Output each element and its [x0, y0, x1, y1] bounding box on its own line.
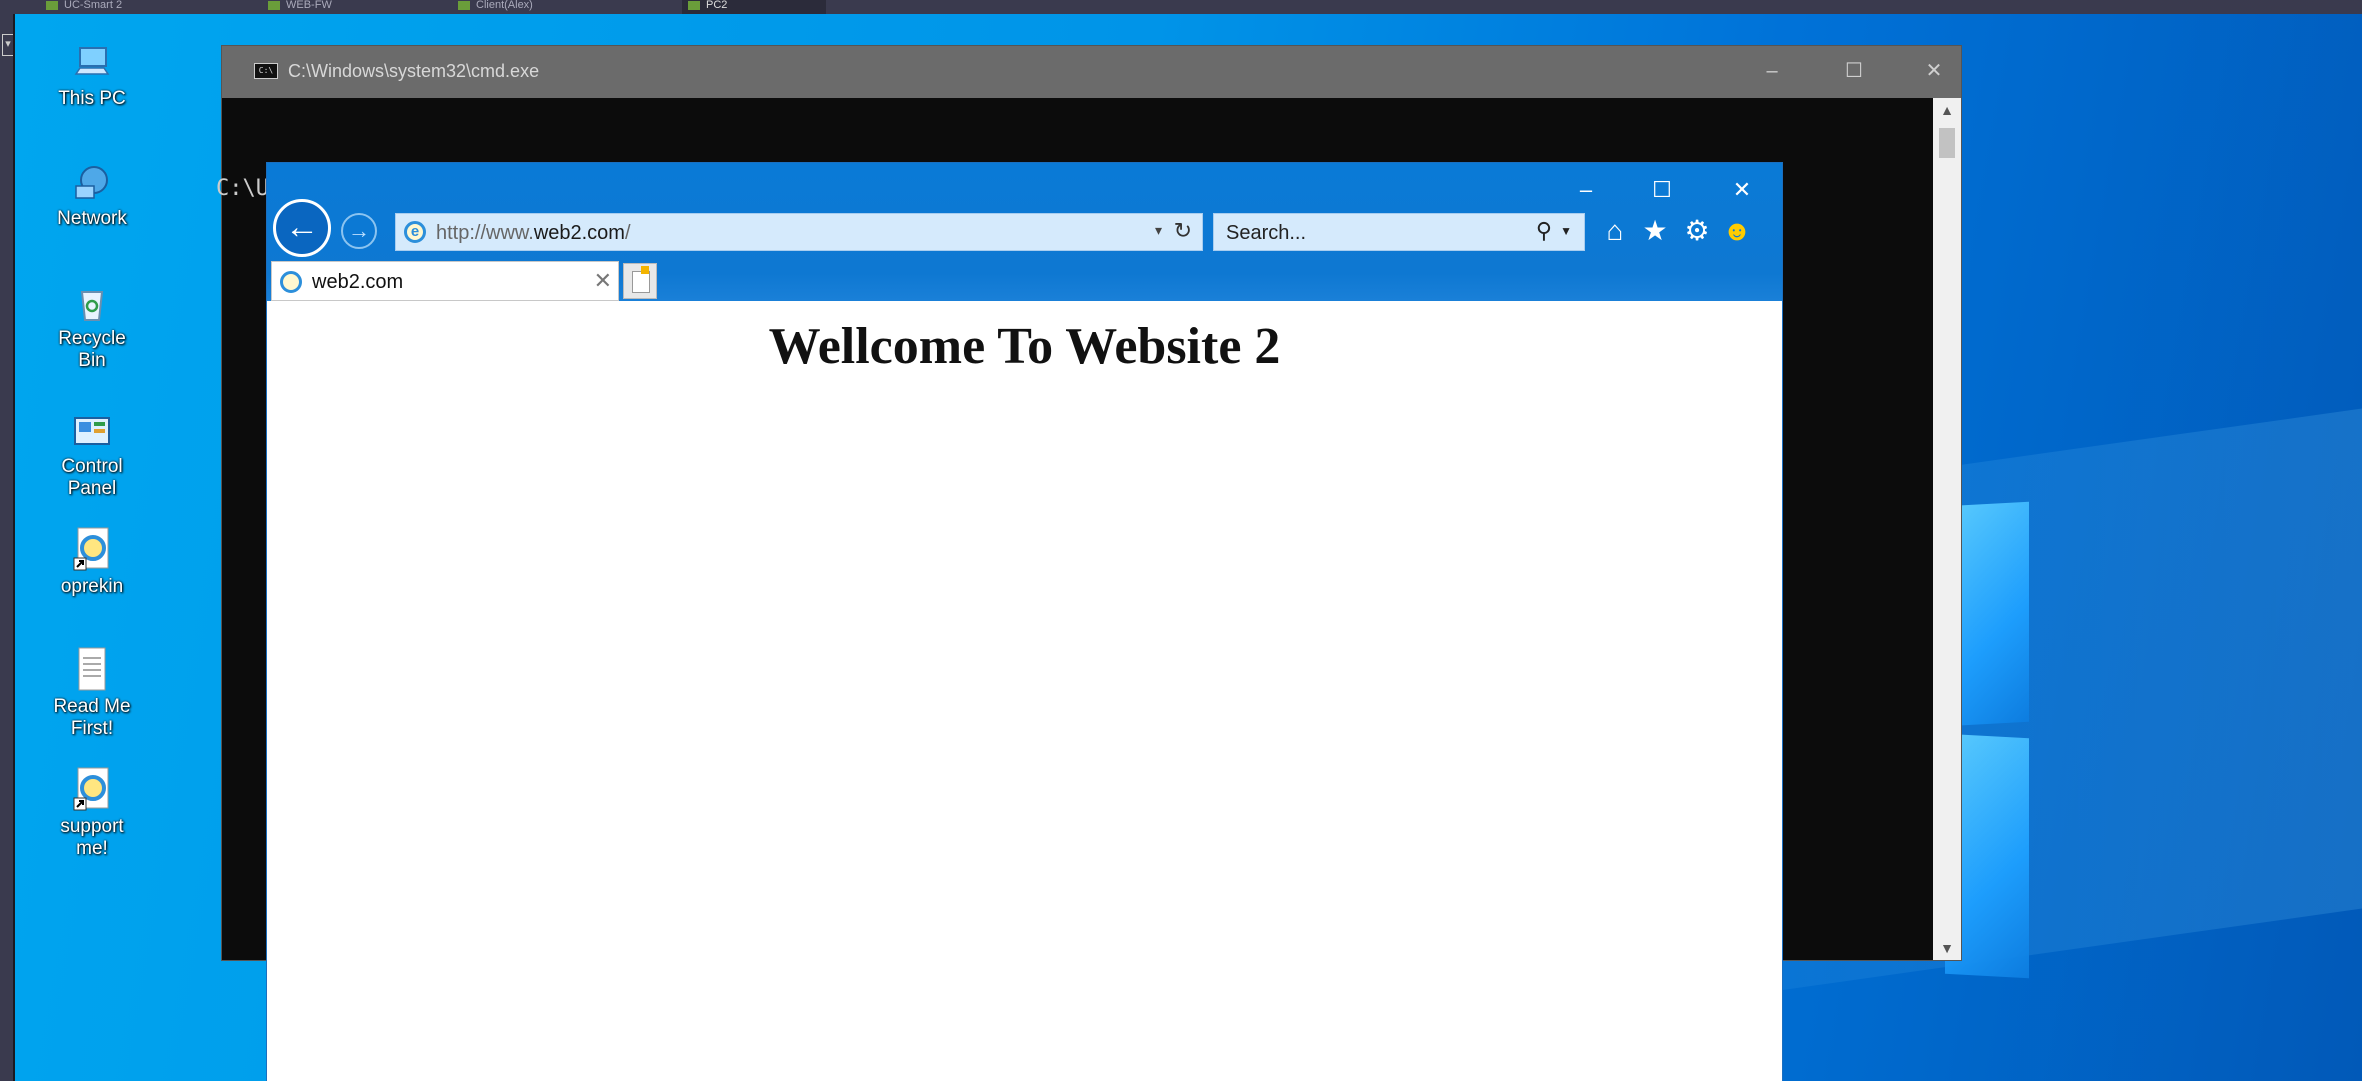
ie-toolbar: – ☐ ✕ ← → e http://www.web2.com/ ▾ ↻ ⚲ ▼…: [267, 163, 1782, 301]
desktop: This PC Network Recycle Bin Control Pane…: [15, 14, 2362, 1081]
vm-icon: [268, 1, 280, 10]
page-heading: Wellcome To Website 2: [768, 318, 1281, 375]
web-page-content: Wellcome To Website 2: [267, 301, 1782, 1081]
tab-label: web2.com: [312, 271, 404, 293]
ie-window[interactable]: – ☐ ✕ ← → e http://www.web2.com/ ▾ ↻ ⚲ ▼…: [267, 163, 1782, 1081]
search-input[interactable]: [1224, 220, 1508, 246]
cmd-app-icon: C:\: [254, 63, 278, 79]
vm-tab-label: WEB-FW: [286, 0, 332, 11]
new-tab-button[interactable]: [623, 263, 657, 299]
back-button[interactable]: ←: [273, 199, 331, 257]
desktop-icon-label: Network: [57, 208, 127, 229]
desktop-icon-this-pc[interactable]: This PC: [47, 44, 137, 110]
computer-icon: [72, 44, 112, 84]
desktop-icon-read-me-first[interactable]: Read Me First!: [47, 646, 137, 740]
ie-logo-icon: e: [404, 221, 426, 243]
minimize-button[interactable]: –: [1568, 175, 1604, 205]
desktop-icon-recycle-bin[interactable]: Recycle Bin: [47, 284, 137, 372]
cmd-title-bar[interactable]: C:\ C:\Windows\system32\cmd.exe – ☐ ✕: [222, 46, 1961, 98]
desktop-icon-label: Control Panel: [61, 456, 123, 499]
network-icon: [72, 164, 112, 204]
text-document-icon: [72, 646, 112, 691]
refresh-icon[interactable]: ↻: [1174, 218, 1192, 244]
feedback-smiley-icon[interactable]: ☻: [1719, 213, 1755, 249]
internet-explorer-shortcut-icon: [72, 766, 112, 811]
vm-tab-uc-smart[interactable]: UC-Smart 2: [40, 0, 254, 14]
address-bar[interactable]: e http://www.web2.com/ ▾ ↻: [395, 213, 1203, 251]
address-dropdown-icon[interactable]: ▾: [1155, 222, 1162, 239]
vm-left-bar: ▾: [0, 14, 15, 1081]
favorites-star-icon[interactable]: ★: [1637, 213, 1673, 249]
internet-explorer-shortcut-icon: [72, 526, 112, 571]
scroll-up-icon[interactable]: ▲: [1933, 98, 1961, 122]
url-domain: web2.com: [533, 222, 625, 244]
control-panel-icon: [72, 412, 112, 452]
new-tab-page-icon: [632, 271, 650, 293]
recycle-bin-icon: [72, 284, 112, 324]
close-button[interactable]: ✕: [1724, 175, 1760, 205]
url-prefix: http://www.: [436, 222, 534, 244]
minimize-button[interactable]: –: [1757, 56, 1787, 86]
vm-tab-label: Client(Alex): [476, 0, 533, 11]
ie-logo-icon: [280, 271, 302, 293]
desktop-icon-control-panel[interactable]: Control Panel: [47, 412, 137, 500]
desktop-icon-label: This PC: [58, 88, 126, 109]
scroll-down-icon[interactable]: ▼: [1933, 936, 1961, 960]
search-box[interactable]: ⚲ ▼: [1213, 213, 1585, 251]
close-tab-icon[interactable]: ✕: [594, 268, 612, 294]
search-dropdown-icon[interactable]: ▼: [1560, 224, 1572, 238]
vm-tab-label: PC2: [706, 0, 728, 11]
vm-tab-web-fw[interactable]: WEB-FW: [262, 0, 456, 14]
cmd-scrollbar[interactable]: ▲ ▼: [1933, 98, 1961, 960]
vm-tab-client-alex[interactable]: Client(Alex): [452, 0, 686, 14]
desktop-icon-label: Recycle Bin: [58, 328, 126, 371]
scroll-thumb[interactable]: [1939, 128, 1955, 158]
home-icon[interactable]: ⌂: [1597, 213, 1633, 249]
url-suffix: /: [624, 222, 631, 244]
vm-icon: [688, 1, 700, 10]
desktop-icon-support-me[interactable]: support me!: [47, 766, 137, 860]
tab-strip: web2.com ✕: [267, 261, 1782, 301]
maximize-button[interactable]: ☐: [1644, 175, 1680, 205]
tab-web2[interactable]: web2.com ✕: [271, 261, 619, 301]
vm-icon: [458, 1, 470, 10]
vm-tab-label: UC-Smart 2: [64, 0, 123, 11]
new-tab-star-icon: [641, 266, 649, 274]
gear-icon[interactable]: ⚙: [1679, 213, 1715, 249]
desktop-icon-network[interactable]: Network: [47, 164, 137, 230]
vm-tab-pc2[interactable]: PC2: [682, 0, 826, 14]
forward-button[interactable]: →: [341, 213, 377, 249]
desktop-icon-label: Read Me First!: [53, 696, 131, 739]
desktop-icon-oprekin[interactable]: oprekin: [47, 526, 137, 598]
search-icon[interactable]: ⚲: [1536, 218, 1552, 244]
desktop-icon-label: support me!: [60, 816, 124, 859]
desktop-icon-label: oprekin: [60, 576, 124, 597]
cmd-title: C:\Windows\system32\cmd.exe: [288, 61, 540, 81]
vm-icon: [46, 1, 58, 10]
address-url: http://www.web2.com/: [436, 222, 631, 245]
maximize-button[interactable]: ☐: [1839, 56, 1869, 86]
vm-tab-bar: UC-Smart 2 WEB-FW Client(Alex) PC2: [0, 0, 2362, 14]
close-button[interactable]: ✕: [1919, 56, 1949, 86]
